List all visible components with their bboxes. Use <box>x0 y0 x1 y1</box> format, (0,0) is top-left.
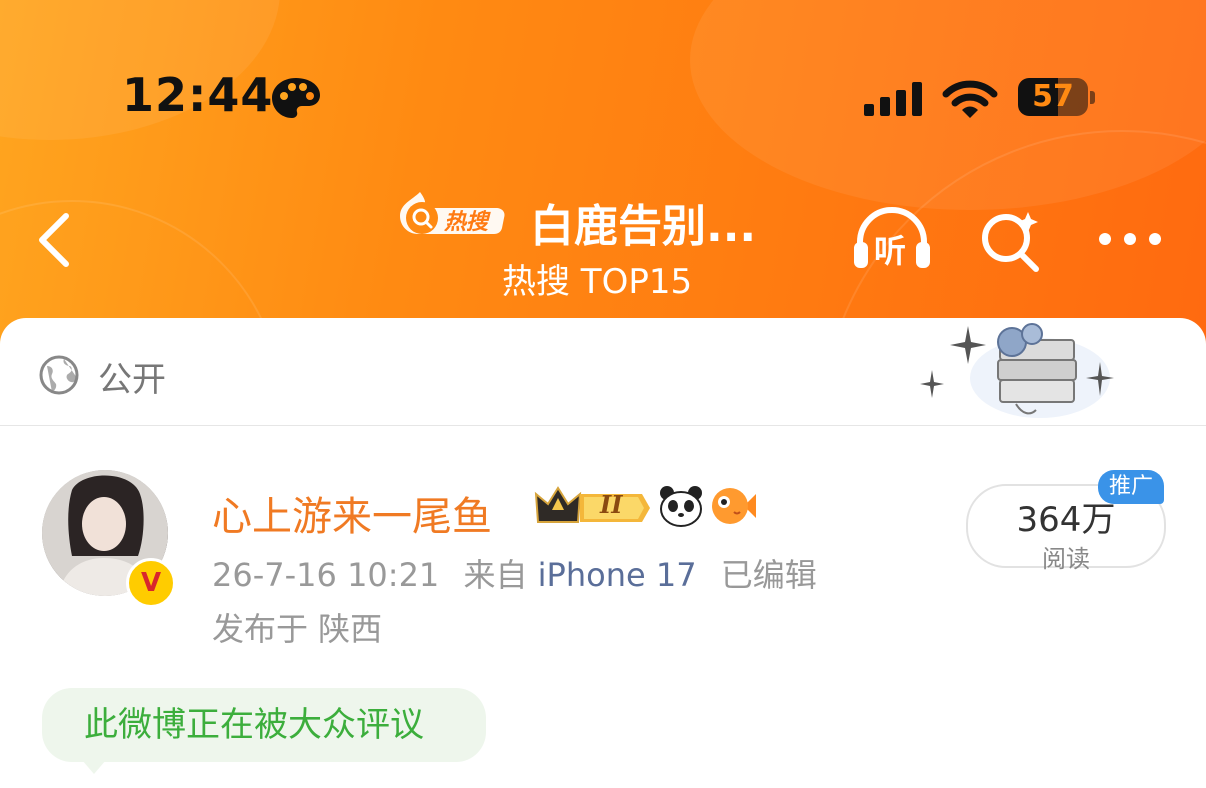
read-count-label: 阅读 <box>1042 545 1090 573</box>
listen-label: 听 <box>874 232 907 270</box>
status-time: 12:44 <box>122 68 274 122</box>
signal-icon <box>864 82 922 116</box>
member-level: II <box>600 490 623 519</box>
fish-icon <box>712 488 756 524</box>
battery-icon: 57 <box>1018 78 1095 118</box>
more-options-icon[interactable] <box>1096 230 1164 248</box>
hot-search-badge-label: 热搜 <box>444 210 489 235</box>
member-badges: II <box>534 484 758 528</box>
search-icon[interactable] <box>978 208 1044 274</box>
promoted-badge[interactable]: 推广 <box>1098 470 1164 504</box>
crown-member-icon[interactable] <box>534 484 652 528</box>
listen-button[interactable]: 听 <box>850 204 934 270</box>
palette-icon <box>272 78 320 118</box>
debate-tag[interactable]: 此微博正在被大众评议 <box>42 688 486 762</box>
edited-label: 已编辑 <box>720 556 817 594</box>
post-location: 发布于 陕西 <box>212 610 383 648</box>
device-link[interactable]: iPhone 17 <box>538 556 697 594</box>
visibility-label: 公开 <box>98 360 166 400</box>
panda-icon <box>660 486 702 527</box>
hot-topic-rank: 热搜 TOP15 <box>502 262 693 302</box>
visibility-row: 公开 <box>0 318 1206 426</box>
verified-badge: V <box>126 558 176 608</box>
post-timestamp: 26-7-16 10:21 <box>212 556 440 594</box>
username-text: 心上游来一尾鱼 <box>212 494 492 540</box>
card-decoration-icon <box>920 323 1114 418</box>
post-meta: 26-7-16 10:21 来自 iPhone 17 已编辑 <box>212 550 817 596</box>
debate-tag-pointer <box>82 760 106 774</box>
globe-icon <box>39 355 79 395</box>
battery-level: 57 <box>1032 79 1074 114</box>
hot-search-badge: 热搜 <box>398 190 508 236</box>
source-prefix: 来自 <box>463 556 528 594</box>
back-arrow-icon[interactable] <box>30 208 82 272</box>
username[interactable]: 心上游来一尾鱼 <box>212 484 492 542</box>
hot-topic-title: 白鹿告别... <box>530 201 757 252</box>
header: 12:44 57 热搜 白鹿告别... 热搜 TOP15 听 <box>0 0 1206 360</box>
wifi-icon <box>942 80 998 118</box>
